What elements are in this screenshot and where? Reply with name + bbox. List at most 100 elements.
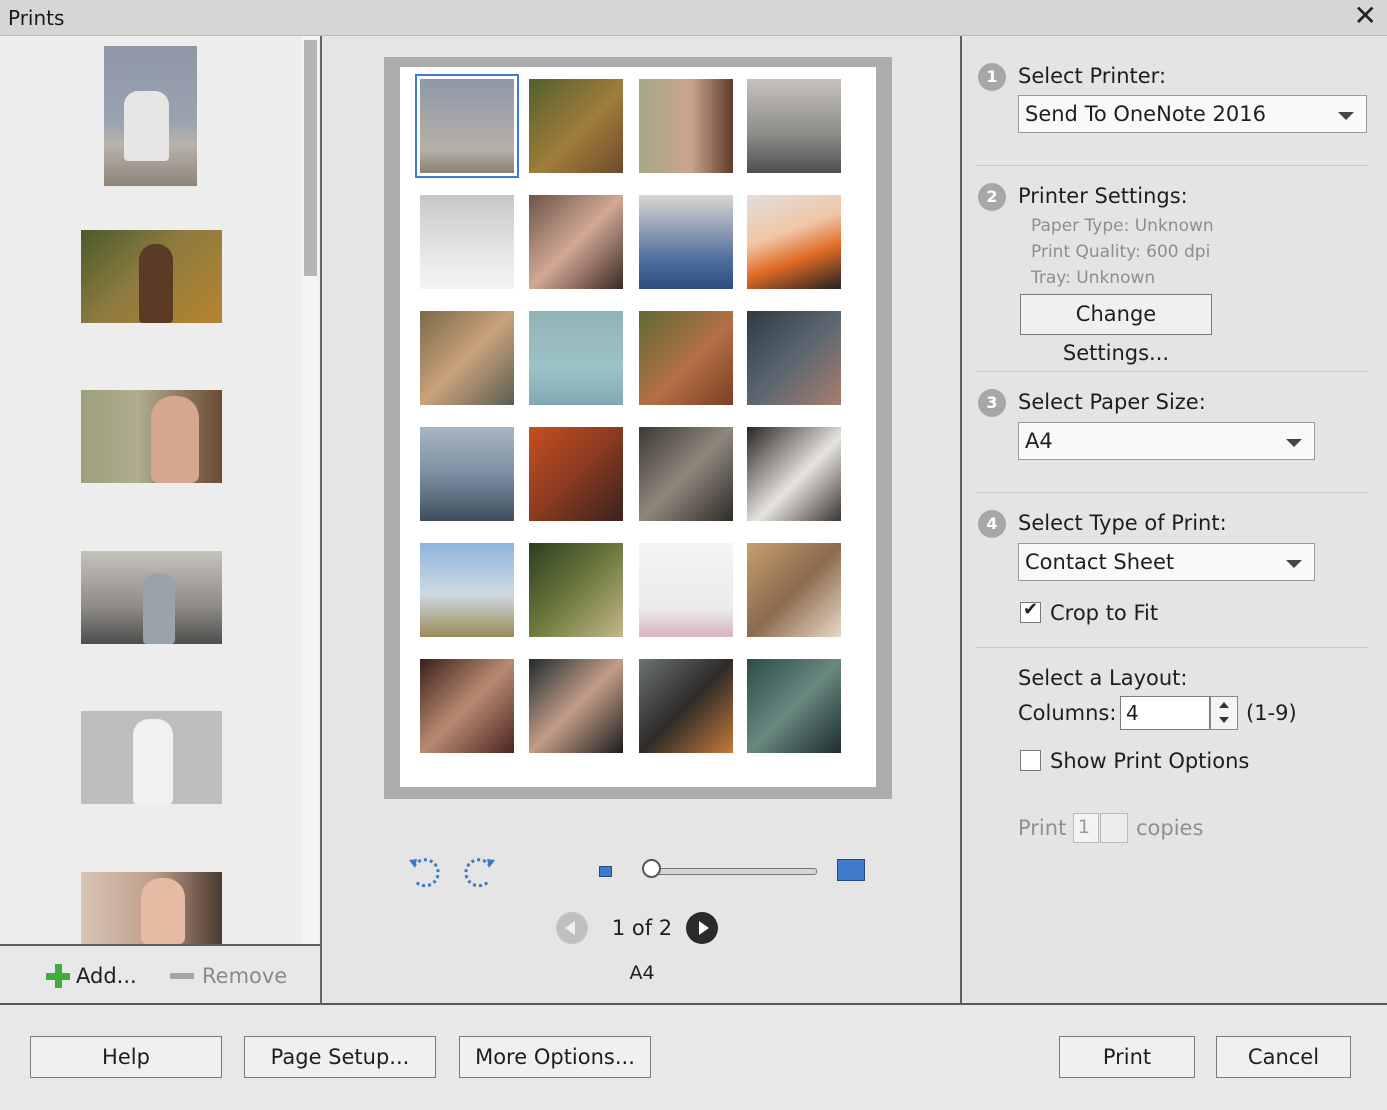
step-3-badge: 3 [978,389,1006,417]
printer-value: Send To OneNote 2016 [1025,102,1266,126]
contact-sheet-photo[interactable] [747,543,841,637]
crop-to-fit-checkbox[interactable] [1020,599,1041,623]
contact-sheet-photo[interactable] [747,311,841,405]
photo-thumbnail-list[interactable] [0,36,302,944]
rotate-right-icon[interactable] [462,854,498,890]
photo-thumbnail[interactable] [81,551,222,644]
photo-thumbnail[interactable] [81,872,222,944]
printer-dropdown[interactable]: Send To OneNote 2016 [1018,95,1367,133]
photo-thumbnail[interactable] [104,46,197,186]
divider [976,371,1368,372]
scrollbar-thumb[interactable] [304,40,317,276]
zoom-slider-thumb[interactable] [642,859,661,878]
paper-type-info: Paper Type: Unknown [1031,216,1214,236]
contact-sheet-photo[interactable] [747,195,841,289]
printer-settings-label: Printer Settings: [1018,184,1188,208]
contact-sheet-photo[interactable] [639,659,733,753]
photo-list-panel: Add... Remove [0,36,322,1005]
zoom-out-icon[interactable] [599,866,612,877]
contact-sheet-photo[interactable] [747,79,841,173]
add-label: Add... [76,964,137,988]
contact-sheet-photo[interactable] [529,79,623,173]
page-preview-frame [384,57,892,799]
columns-range-label: (1-9) [1246,701,1297,725]
contact-sheet-photo[interactable] [639,543,733,637]
select-paper-size-label: Select Paper Size: [1018,390,1206,414]
add-photos-button[interactable]: Add... [46,964,137,988]
divider [976,165,1368,166]
step-2-badge: 2 [978,183,1006,211]
paper-size-value: A4 [1025,429,1053,453]
copies-suffix-label: copies [1136,816,1204,840]
contact-sheet-photo[interactable] [639,79,733,173]
title-bar: Prints ✕ [0,0,1387,36]
contact-sheet-photo[interactable] [639,427,733,521]
cancel-button[interactable]: Cancel [1216,1036,1351,1078]
remove-photo-button[interactable]: Remove [170,964,287,988]
zoom-slider[interactable] [652,868,817,875]
print-type-dropdown[interactable]: Contact Sheet [1018,543,1315,581]
minus-icon [170,973,194,979]
photo-thumbnail[interactable] [81,230,222,323]
contact-sheet-photo[interactable] [747,427,841,521]
thumbnail-scrollbar[interactable] [302,36,319,944]
print-settings-panel: 1 Select Printer: Send To OneNote 2016 2… [960,36,1387,1003]
columns-label: Columns: [1018,701,1117,725]
chevron-down-icon [1286,560,1302,568]
change-settings-button[interactable]: Change Settings... [1020,294,1212,365]
remove-label: Remove [202,964,288,988]
photo-subject [139,244,173,323]
step-4-badge: 4 [978,510,1006,538]
contact-sheet-photo[interactable] [529,311,623,405]
photo-thumbnail[interactable] [81,390,222,483]
contact-sheet-photo[interactable] [529,195,623,289]
previous-page-button[interactable] [556,912,588,944]
close-icon[interactable]: ✕ [1354,2,1377,30]
photo-subject [143,573,175,644]
step-1-badge: 1 [978,63,1006,91]
photo-subject [133,719,173,804]
contact-sheet-photo[interactable] [529,659,623,753]
copies-input[interactable]: 1 [1073,813,1099,843]
crop-to-fit-label: Crop to Fit [1050,601,1159,625]
help-button[interactable]: Help [30,1036,222,1078]
chevron-down-icon [1338,112,1354,120]
divider [976,647,1368,648]
zoom-in-icon[interactable] [837,859,865,881]
contact-sheet-photo[interactable] [420,659,514,753]
contact-sheet-photo[interactable] [529,543,623,637]
paper-size-dropdown[interactable]: A4 [1018,422,1315,460]
dialog-footer: Help Page Setup... More Options... Print… [0,1003,1387,1110]
more-options-button[interactable]: More Options... [459,1036,651,1078]
columns-input[interactable]: 4 [1120,696,1210,730]
contact-sheet-page [400,67,876,787]
copies-stepper[interactable] [1100,813,1128,843]
columns-stepper[interactable] [1210,696,1238,730]
select-printer-label: Select Printer: [1018,64,1167,88]
next-page-button[interactable] [686,912,718,944]
print-button[interactable]: Print [1059,1036,1195,1078]
paper-size-label: A4 [629,962,655,984]
contact-sheet-photo[interactable] [639,195,733,289]
print-quality-info: Print Quality: 600 dpi [1031,242,1211,262]
select-print-type-label: Select Type of Print: [1018,511,1227,535]
tray-info: Tray: Unknown [1031,268,1156,288]
contact-sheet-photo[interactable] [639,311,733,405]
photo-subject [124,91,169,161]
contact-sheet-photo[interactable] [529,427,623,521]
show-print-options-checkbox[interactable] [1020,750,1041,771]
contact-sheet-photo[interactable] [415,74,519,178]
contact-sheet-photo[interactable] [420,543,514,637]
contact-sheet-photo[interactable] [420,195,514,289]
photo-thumbnail[interactable] [81,711,222,804]
contact-sheet-photo[interactable] [420,427,514,521]
page-setup-button[interactable]: Page Setup... [244,1036,436,1078]
photo-list-toolbar: Add... Remove [0,944,320,1005]
page-indicator: 1 of 2 [611,916,673,940]
contact-sheet-photo[interactable] [747,659,841,753]
copies-prefix-label: Print [1018,816,1067,840]
window-title: Prints [8,6,65,30]
contact-sheet-photo[interactable] [420,311,514,405]
rotate-left-icon[interactable] [406,854,442,890]
photo-subject [141,878,185,944]
